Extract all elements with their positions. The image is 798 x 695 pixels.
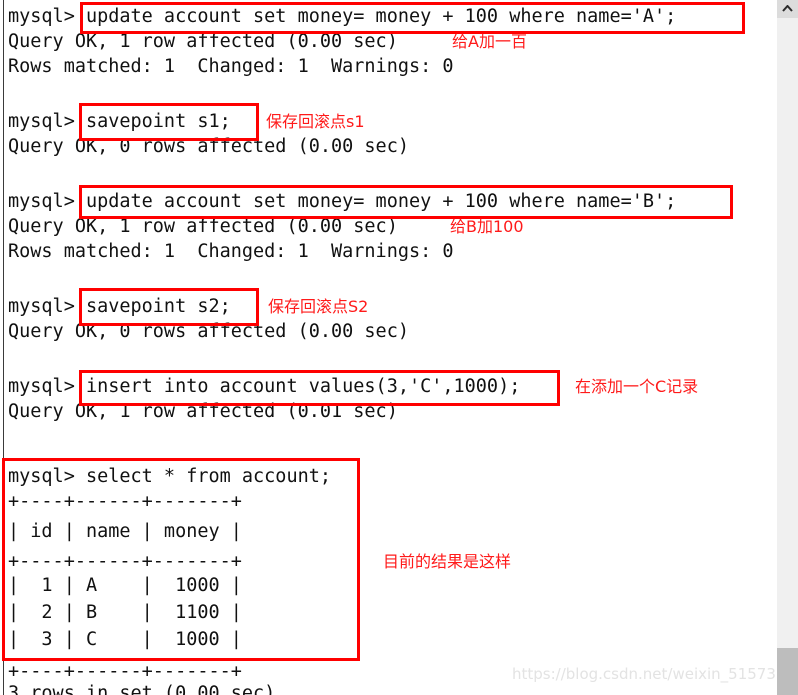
chevron-up-icon bbox=[777, 5, 798, 12]
terminal-line: mysql> update account set money= money +… bbox=[8, 191, 677, 212]
terminal-table-rule: +----+------+-------+ bbox=[8, 551, 242, 572]
terminal-line: Query OK, 0 rows affected (0.00 sec) bbox=[8, 321, 409, 342]
terminal-line: Query OK, 1 row affected (0.00 sec) bbox=[8, 31, 398, 52]
terminal-line: mysql> select * from account; bbox=[8, 466, 332, 487]
terminal-line: Query OK, 1 row affected (0.00 sec) bbox=[8, 216, 398, 237]
annotation-note: 给A加一百 bbox=[452, 32, 527, 51]
terminal-line: mysql> savepoint s1; bbox=[8, 111, 231, 132]
terminal-table-row: | 2 | B | 1100 | bbox=[8, 602, 242, 623]
terminal-line: mysql> savepoint s2; bbox=[8, 296, 231, 317]
watermark: https://blog.csdn.net/weixin_51573771 bbox=[512, 665, 777, 683]
terminal-output-area[interactable]: mysql> update account set money= money +… bbox=[0, 0, 777, 695]
annotation-note: 在添加一个C记录 bbox=[575, 377, 699, 396]
annotation-note: 给B加100 bbox=[450, 217, 524, 236]
scrollbar-thumb[interactable] bbox=[777, 648, 798, 695]
terminal-table-row: | 3 | C | 1000 | bbox=[8, 629, 242, 650]
annotation-note: 保存回滚点S2 bbox=[268, 297, 369, 316]
terminal-table-row: | 1 | A | 1000 | bbox=[8, 575, 242, 596]
terminal-line: Query OK, 0 rows affected (0.00 sec) bbox=[8, 136, 409, 157]
annotation-note: 保存回滚点s1 bbox=[266, 112, 365, 131]
terminal-line: Query OK, 1 row affected (0.01 sec) bbox=[8, 401, 398, 422]
scroll-up-button[interactable] bbox=[777, 0, 798, 18]
terminal-table-rule: +----+------+-------+ bbox=[8, 491, 242, 512]
terminal-line: Rows matched: 1 Changed: 1 Warnings: 0 bbox=[8, 56, 454, 77]
terminal-line: mysql> insert into account values(3,'C',… bbox=[8, 376, 521, 397]
mysql-terminal-screenshot: mysql> update account set money= money +… bbox=[0, 0, 798, 695]
terminal-left-border bbox=[3, 0, 4, 695]
vertical-scrollbar[interactable] bbox=[777, 0, 798, 695]
terminal-line: 3 rows in set (0.00 sec) bbox=[8, 683, 276, 695]
terminal-line: Rows matched: 1 Changed: 1 Warnings: 0 bbox=[8, 241, 454, 262]
terminal-line: mysql> update account set money= money +… bbox=[8, 6, 677, 27]
annotation-note: 目前的结果是这样 bbox=[383, 552, 512, 571]
terminal-table-header: | id | name | money | bbox=[8, 521, 242, 542]
